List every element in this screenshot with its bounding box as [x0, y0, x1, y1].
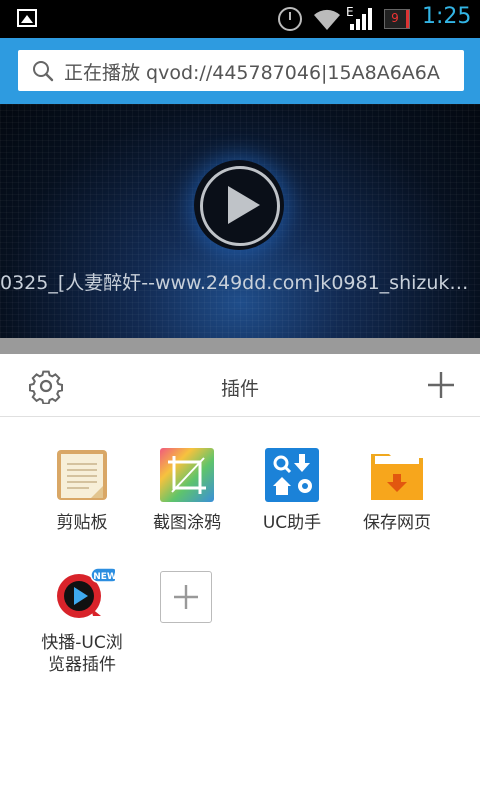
- plugin-save-page[interactable]: 保存网页: [347, 448, 447, 534]
- signal-icon: E: [346, 5, 372, 30]
- plus-icon: [174, 585, 198, 609]
- divider-bar: [0, 338, 480, 354]
- battery-level: 9: [391, 11, 399, 25]
- plugin-screenshot-doodle[interactable]: 截图涂鸦: [137, 448, 237, 534]
- plugin-clipboard[interactable]: 剪贴板: [32, 448, 132, 534]
- status-time: 1:25: [422, 4, 472, 29]
- plugin-qvod[interactable]: NEW 快播-UC浏 览器插件: [32, 567, 132, 676]
- clipboard-icon: [55, 448, 109, 502]
- plugin-label: 截图涂鸦: [153, 513, 221, 533]
- video-player[interactable]: 0325_[人妻醉奸--www.249dd.com]k0981_shizuk…: [0, 104, 480, 338]
- plugin-panel-header: 插件: [0, 354, 480, 417]
- screenshot-doodle-icon: [160, 448, 214, 502]
- svg-text:NEW: NEW: [93, 572, 115, 582]
- status-bar: E 9 1:25: [0, 0, 480, 38]
- plugin-label: 剪贴板: [56, 513, 108, 533]
- plugin-uc-helper[interactable]: UC助手: [242, 448, 342, 534]
- save-page-folder-icon: [370, 448, 424, 502]
- gallery-notification-icon: [17, 9, 37, 27]
- address-bar: 正在播放 qvod://445787046|15A8A6A6A: [0, 38, 480, 104]
- add-icon[interactable]: [426, 370, 456, 400]
- svg-text:E: E: [346, 5, 354, 19]
- play-icon: [228, 186, 260, 224]
- url-field[interactable]: 正在播放 qvod://445787046|15A8A6A6A: [18, 50, 464, 91]
- alarm-icon: [278, 7, 302, 31]
- plugin-label-line1: 快播-UC浏: [41, 633, 123, 653]
- add-plugin-button[interactable]: [160, 571, 212, 623]
- url-text: 正在播放 qvod://445787046|15A8A6A6A: [64, 62, 440, 84]
- plugin-label: 快播-UC浏 览器插件: [32, 632, 132, 676]
- plugin-label: UC助手: [262, 513, 322, 533]
- video-title: 0325_[人妻醉奸--www.249dd.com]k0981_shizuk…: [0, 272, 469, 294]
- wifi-icon: [314, 9, 340, 30]
- search-icon: [33, 61, 54, 82]
- panel-title: 插件: [220, 378, 259, 400]
- plugin-label-line2: 览器插件: [48, 655, 116, 675]
- qvod-player-icon: NEW: [55, 567, 120, 622]
- plugin-label: 保存网页: [363, 513, 431, 533]
- uc-helper-icon: [265, 448, 319, 502]
- play-button[interactable]: [194, 160, 284, 250]
- battery-icon: 9: [384, 9, 410, 29]
